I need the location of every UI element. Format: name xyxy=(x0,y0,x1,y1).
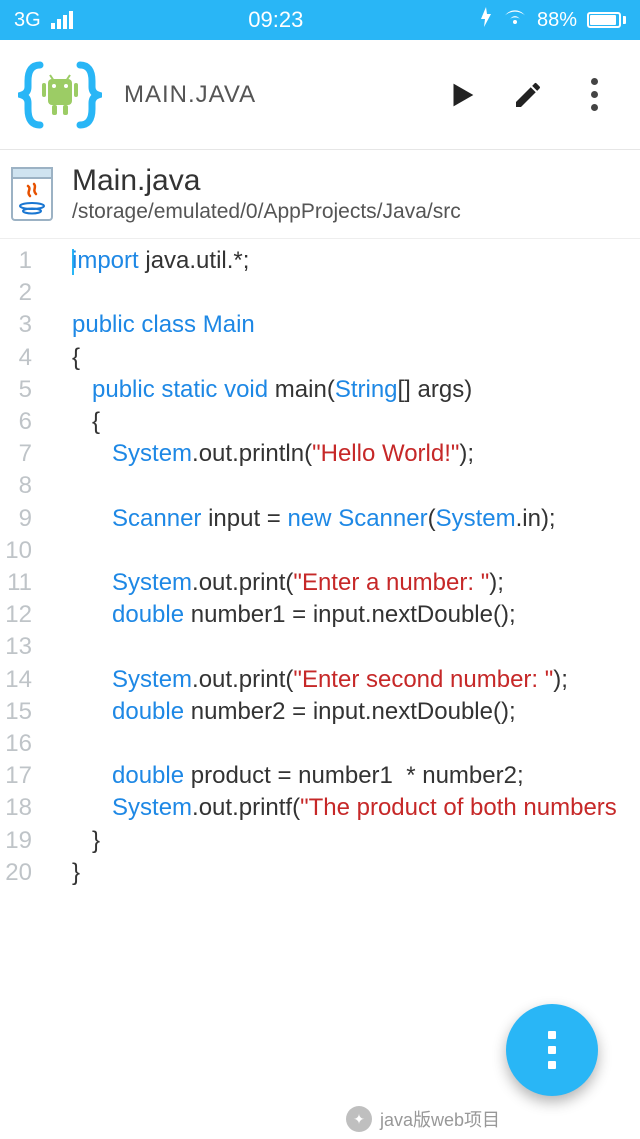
code-line[interactable] xyxy=(72,277,640,309)
clock: 09:23 xyxy=(73,7,479,33)
code-line[interactable]: { xyxy=(72,406,640,438)
code-line[interactable]: double number2 = input.nextDouble(); xyxy=(72,696,640,728)
code-line[interactable]: Scanner input = new Scanner(System.in); xyxy=(72,503,640,535)
code-line[interactable]: double product = number1 * number2; xyxy=(72,760,640,792)
code-line[interactable]: { xyxy=(72,342,640,374)
code-line[interactable]: import java.util.*; xyxy=(72,245,640,277)
line-gutter: 1234567891011121314151617181920 xyxy=(0,239,34,1139)
app-bar: MAIN.JAVA xyxy=(0,40,640,150)
code-line[interactable]: public class Main xyxy=(72,309,640,341)
code-line[interactable]: } xyxy=(72,857,640,889)
code-line[interactable]: public static void main(String[] args) xyxy=(72,374,640,406)
code-line[interactable]: double number1 = input.nextDouble(); xyxy=(72,599,640,631)
battery-icon xyxy=(587,12,626,28)
wechat-icon: ✦ xyxy=(346,1106,372,1132)
file-info: Main.java /storage/emulated/0/AppProject… xyxy=(72,164,461,224)
network-label: 3G xyxy=(14,9,41,32)
run-button[interactable] xyxy=(438,71,486,119)
code-line[interactable] xyxy=(72,631,640,663)
signal-icon xyxy=(51,11,73,29)
status-left: 3G xyxy=(14,9,73,32)
code-line[interactable]: } xyxy=(72,825,640,857)
code-line[interactable] xyxy=(72,728,640,760)
file-path: /storage/emulated/0/AppProjects/Java/src xyxy=(72,200,461,224)
code-line[interactable] xyxy=(72,535,640,567)
more-vert-icon xyxy=(591,78,598,111)
overflow-menu-button[interactable] xyxy=(570,71,618,119)
file-name: Main.java xyxy=(72,164,461,198)
edit-button[interactable] xyxy=(504,71,552,119)
code-line[interactable]: System.out.println("Hello World!"); xyxy=(72,438,640,470)
code-line[interactable]: System.out.print("Enter second number: "… xyxy=(72,664,640,696)
battery-pct: 88% xyxy=(537,9,577,32)
code-line[interactable]: System.out.print("Enter a number: "); xyxy=(72,567,640,599)
watermark-text: java版web项目 xyxy=(380,1106,500,1132)
wifi-icon xyxy=(503,8,527,32)
charging-icon xyxy=(479,7,493,33)
app-logo-icon xyxy=(18,53,102,137)
pencil-icon xyxy=(512,79,544,111)
watermark: ✦ java版web项目 xyxy=(346,1106,500,1132)
fab-button[interactable] xyxy=(506,1004,598,1096)
java-file-icon xyxy=(10,166,54,222)
app-title: MAIN.JAVA xyxy=(124,81,420,109)
code-line[interactable] xyxy=(72,470,640,502)
file-header[interactable]: Main.java /storage/emulated/0/AppProject… xyxy=(0,150,640,239)
more-vert-icon xyxy=(548,1031,556,1069)
status-bar: 3G 09:23 88% xyxy=(0,0,640,40)
status-right: 88% xyxy=(479,7,626,33)
play-icon xyxy=(445,78,479,112)
code-line[interactable]: System.out.printf("The product of both n… xyxy=(72,792,640,824)
